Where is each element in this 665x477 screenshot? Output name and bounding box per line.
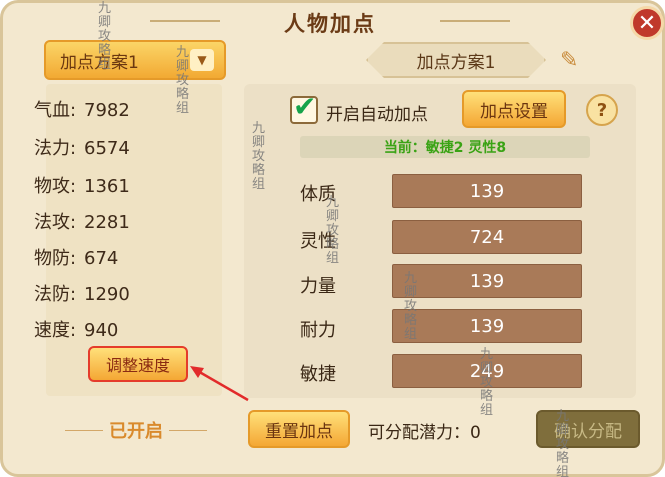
current-allocation: 当前：敏捷2 灵性8 — [300, 136, 590, 158]
stat-value: 674 — [84, 248, 119, 269]
stat-value: 1290 — [84, 284, 130, 305]
stat-mp: 法力: 6574 — [34, 134, 130, 160]
stat-pdef: 物防: 674 — [34, 244, 118, 270]
stat-matk: 法攻: 2281 — [34, 208, 130, 234]
pencil-icon[interactable]: ✎ — [560, 48, 590, 76]
divider — [65, 429, 103, 431]
chevron-down-icon: ▼ — [190, 49, 214, 71]
divider — [169, 429, 207, 431]
red-arrow-icon — [190, 366, 249, 402]
auto-add-checkbox[interactable]: ✔ — [290, 90, 318, 124]
attr-label: 力量 — [300, 276, 336, 297]
question-icon: ? — [596, 99, 608, 121]
stat-value: 6574 — [84, 138, 130, 159]
attr-value-bar[interactable]: 139 — [392, 264, 582, 298]
auto-add-label: 开启自动加点 — [326, 105, 428, 125]
stat-patk: 物攻: 1361 — [34, 172, 130, 198]
watermark: 九卿攻略组 — [98, 1, 112, 72]
attr-label: 敏捷 — [300, 364, 336, 385]
stat-label: 法防: — [34, 284, 77, 305]
checkmark-icon: ✔ — [293, 90, 317, 123]
tab-plan-1[interactable]: 加点方案1 — [366, 42, 546, 78]
stat-label: 速度: — [34, 320, 77, 341]
stat-value: 940 — [84, 320, 119, 341]
potential-points: 可分配潜力：0 — [368, 423, 481, 443]
reset-points-button[interactable]: 重置加点 — [248, 410, 350, 448]
title-deco-left — [150, 20, 220, 22]
plan-dropdown[interactable]: 加点方案1 ▼ — [44, 40, 226, 80]
stat-label: 物防: — [34, 248, 77, 269]
opened-status: 已开启 — [48, 418, 224, 442]
help-button[interactable]: ? — [586, 94, 618, 126]
attr-value-bar[interactable]: 139 — [392, 309, 582, 343]
stat-label: 气血: — [34, 100, 77, 121]
stat-value: 2281 — [84, 212, 130, 233]
page-title: 人物加点 — [284, 12, 376, 36]
watermark: 九卿攻略组 — [176, 45, 190, 116]
confirm-allocation-button[interactable]: 确认分配 — [536, 410, 640, 448]
watermark: 九卿攻略组 — [556, 409, 570, 477]
title-bar: 人物加点 — [150, 6, 510, 40]
stat-value: 7982 — [84, 100, 130, 121]
stat-label: 物攻: — [34, 176, 77, 197]
stat-hp: 气血: 7982 — [34, 96, 130, 122]
attr-value-bar[interactable]: 139 — [392, 174, 582, 208]
close-icon: ✕ — [637, 10, 657, 36]
opened-label: 已开启 — [109, 421, 163, 442]
stat-label: 法力: — [34, 138, 77, 159]
close-button[interactable]: ✕ — [630, 6, 664, 40]
title-deco-right — [440, 20, 510, 22]
watermark: 九卿攻略组 — [480, 347, 494, 418]
watermark: 九卿攻略组 — [326, 195, 340, 266]
attr-value-bar[interactable]: 724 — [392, 220, 582, 254]
stat-mdef: 法防: 1290 — [34, 280, 130, 306]
attr-label: 耐力 — [300, 320, 336, 341]
stat-value: 1361 — [84, 176, 130, 197]
stat-label: 法攻: — [34, 212, 77, 233]
watermark: 九卿攻略组 — [252, 121, 266, 192]
stat-speed: 速度: 940 — [34, 316, 118, 342]
adjust-speed-button[interactable]: 调整速度 — [88, 346, 188, 382]
watermark: 九卿攻略组 — [404, 271, 418, 342]
point-settings-button[interactable]: 加点设置 — [462, 90, 566, 128]
